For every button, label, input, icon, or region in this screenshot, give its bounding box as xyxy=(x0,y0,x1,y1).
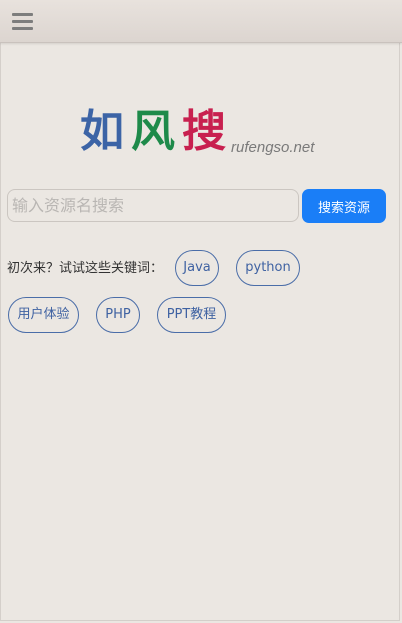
logo-char-2: 风 xyxy=(131,106,175,157)
logo-char-3: 搜 xyxy=(182,106,226,157)
keyword-tag-python[interactable]: python xyxy=(236,250,300,286)
search-input[interactable] xyxy=(7,189,299,222)
keyword-tag-java[interactable]: Java xyxy=(175,250,219,286)
logo-char-1: 如 xyxy=(80,106,124,157)
logo-domain: rufengso.net xyxy=(231,139,315,156)
menu-bar xyxy=(12,27,33,30)
suggestion-hint: 初次来？试试这些关键词： xyxy=(7,261,164,276)
menu-bar xyxy=(12,20,33,23)
site-logo[interactable]: 如风搜 rufengso.net xyxy=(80,104,314,160)
keyword-tag-ux[interactable]: 用户体验 xyxy=(8,297,79,333)
hamburger-menu-icon[interactable] xyxy=(12,13,33,30)
keyword-tag-php[interactable]: PHP xyxy=(96,297,140,333)
keyword-tag-ppt[interactable]: PPT教程 xyxy=(157,297,226,333)
menu-bar xyxy=(12,13,33,16)
top-header xyxy=(0,0,402,43)
search-button[interactable]: 搜索资源 xyxy=(302,189,386,223)
